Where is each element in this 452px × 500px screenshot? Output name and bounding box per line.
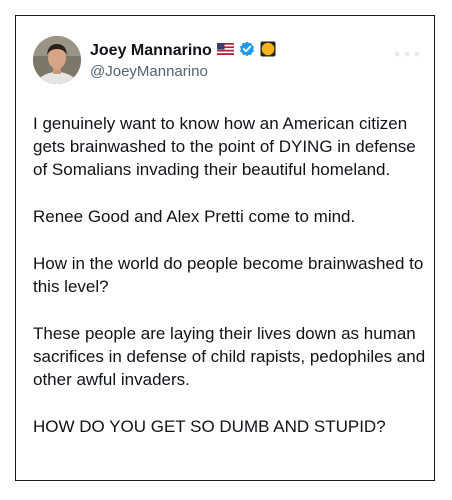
- tweet-card: Joey Mannarino @JoeyMannarino I genuinel…: [15, 15, 435, 481]
- tweet-paragraph: Renee Good and Alex Pretti come to mind.: [33, 207, 356, 226]
- tweet-text: I genuinely want to know how an American…: [33, 112, 428, 462]
- tweet-paragraph: How in the world do people become brainw…: [33, 254, 424, 296]
- display-name[interactable]: Joey Mannarino: [90, 42, 212, 60]
- author-handle[interactable]: @JoeyMannarino: [90, 63, 276, 80]
- name-row: Joey Mannarino: [90, 41, 276, 61]
- tweet-header: Joey Mannarino @JoeyMannarino: [33, 36, 422, 88]
- tweet-paragraph: I genuinely want to know how an American…: [33, 114, 416, 179]
- avatar[interactable]: [33, 36, 81, 84]
- us-flag-icon: [216, 42, 234, 60]
- tweet-paragraph: These people are laying their lives down…: [33, 324, 426, 389]
- verified-badge-icon[interactable]: [239, 41, 255, 62]
- gold-circle-icon[interactable]: [260, 41, 276, 62]
- author-info: Joey Mannarino @JoeyMannarino: [90, 41, 276, 80]
- more-options-icon[interactable]: [392, 48, 422, 60]
- tweet-paragraph: HOW DO YOU GET SO DUMB AND STUPID?: [33, 417, 386, 436]
- avatar-photo: [33, 36, 81, 84]
